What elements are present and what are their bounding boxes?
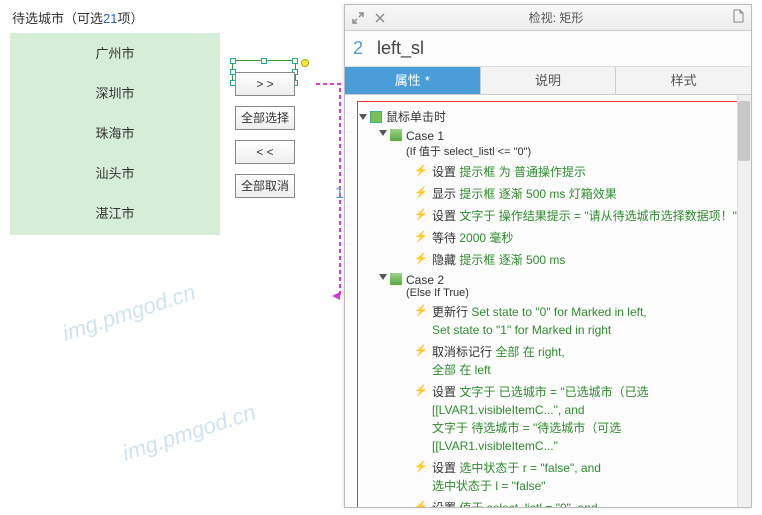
- inspector-title: 检视: 矩形: [387, 9, 725, 26]
- annotation-number: 1: [335, 185, 344, 203]
- close-icon[interactable]: [373, 11, 387, 25]
- action-row: ⚡隐藏 提示框 逐渐 500 ms: [414, 249, 742, 271]
- bolt-icon: ⚡: [414, 303, 426, 320]
- case-2[interactable]: Case 2 (Else If True) ⚡更新行 Set state to …: [380, 271, 742, 507]
- element-index: 2: [353, 38, 377, 59]
- action-row: ⚡显示 提示框 逐渐 500 ms 灯箱效果: [414, 183, 742, 205]
- bolt-icon: ⚡: [414, 499, 426, 507]
- element-name-field[interactable]: left_sl: [377, 38, 424, 59]
- event-label: 鼠标单击时: [386, 108, 446, 125]
- header-suffix: 项）: [117, 11, 143, 26]
- bolt-icon: ⚡: [414, 251, 426, 268]
- case-title: Case 2: [406, 273, 469, 287]
- case-title: Case 1: [406, 129, 531, 143]
- watermark: img.pmgod.cn: [119, 399, 258, 466]
- city-list[interactable]: 广州市 深圳市 珠海市 汕头市 湛江市: [10, 33, 220, 235]
- inspector-panel: 检视: 矩形 2 left_sl 属性* 说明 样式 鼠标单击时 Case 1: [344, 4, 752, 508]
- bolt-icon: ⚡: [414, 459, 426, 476]
- scrollbar[interactable]: [737, 95, 751, 507]
- inspector-tabs: 属性* 说明 样式: [345, 67, 751, 95]
- scrollbar-thumb[interactable]: [738, 101, 750, 161]
- list-item[interactable]: 广州市: [11, 34, 219, 74]
- page-icon[interactable]: [731, 9, 745, 23]
- list-item[interactable]: 珠海市: [11, 114, 219, 154]
- action-row: ⚡取消标记行 全部 在 right,全部 在 left: [414, 341, 742, 381]
- collapse-icon[interactable]: [351, 11, 365, 25]
- action-row: ⚡设置 值于 select_listl = "0", and值于 select_…: [414, 497, 742, 507]
- bolt-icon: ⚡: [414, 343, 426, 360]
- bolt-icon: ⚡: [414, 185, 426, 202]
- tab-properties[interactable]: 属性*: [345, 67, 481, 94]
- bolt-icon: ⚡: [414, 163, 426, 180]
- watermark: img.pmgod.cn: [59, 279, 198, 346]
- bolt-icon: ⚡: [414, 229, 426, 246]
- deselect-all-button[interactable]: 全部取消: [235, 174, 295, 198]
- case-condition: (If 值于 select_listl <= "0"): [406, 143, 531, 159]
- inspector-titlebar[interactable]: 检视: 矩形: [345, 5, 751, 31]
- tab-style[interactable]: 样式: [616, 67, 751, 94]
- expand-icon[interactable]: [379, 130, 387, 136]
- event-onclick[interactable]: 鼠标单击时: [360, 106, 742, 127]
- expand-icon[interactable]: [379, 274, 387, 280]
- element-name-row[interactable]: 2 left_sl: [345, 31, 751, 67]
- modified-indicator-icon: *: [425, 73, 430, 88]
- action-row: ⚡设置 文字于 已选城市 = "已选城市（已选[[LVAR1.visibleIt…: [414, 381, 742, 457]
- action-row: ⚡设置 选中状态于 r = "false", and选中状态于 l = "fal…: [414, 457, 742, 497]
- action-row: ⚡设置 文字于 操作结果提示 = "请从待选城市选择数据项！": [414, 205, 742, 227]
- case-1[interactable]: Case 1 (If 值于 select_listl <= "0") ⚡设置 提…: [380, 127, 742, 271]
- list-item[interactable]: 汕头市: [11, 154, 219, 194]
- candidate-city-panel: 待选城市（可选21项） 广州市 深圳市 珠海市 汕头市 湛江市: [10, 4, 220, 235]
- list-item[interactable]: 深圳市: [11, 74, 219, 114]
- candidate-city-header: 待选城市（可选21项）: [10, 4, 220, 33]
- resize-handle[interactable]: [230, 58, 236, 64]
- header-prefix: 待选城市（可选: [12, 11, 103, 26]
- interactions-body[interactable]: 鼠标单击时 Case 1 (If 值于 select_listl <= "0")…: [345, 95, 751, 507]
- case-icon: [390, 129, 402, 141]
- expand-icon[interactable]: [359, 114, 367, 120]
- action-row: ⚡设置 提示框 为 普通操作提示: [414, 161, 742, 183]
- bolt-icon: ⚡: [414, 207, 426, 224]
- tab-notes[interactable]: 说明: [481, 67, 617, 94]
- highlight-box: 鼠标单击时 Case 1 (If 值于 select_listl <= "0")…: [357, 101, 745, 507]
- transfer-controls: > > 全部选择 < < 全部取消: [235, 72, 305, 208]
- event-icon: [370, 111, 382, 123]
- action-row: ⚡等待 2000 毫秒: [414, 227, 742, 249]
- case-condition: (Else If True): [406, 287, 469, 299]
- list-item[interactable]: 湛江市: [11, 194, 219, 234]
- resize-handle[interactable]: [261, 58, 267, 64]
- case-icon: [390, 273, 402, 285]
- select-all-button[interactable]: 全部选择: [235, 106, 295, 130]
- interaction-indicator-icon: [301, 59, 309, 67]
- header-count: 21: [103, 11, 117, 26]
- move-right-button[interactable]: > >: [235, 72, 295, 96]
- resize-handle[interactable]: [292, 58, 298, 64]
- move-left-button[interactable]: < <: [235, 140, 295, 164]
- bolt-icon: ⚡: [414, 383, 426, 400]
- action-row: ⚡更新行 Set state to "0" for Marked in left…: [414, 301, 742, 341]
